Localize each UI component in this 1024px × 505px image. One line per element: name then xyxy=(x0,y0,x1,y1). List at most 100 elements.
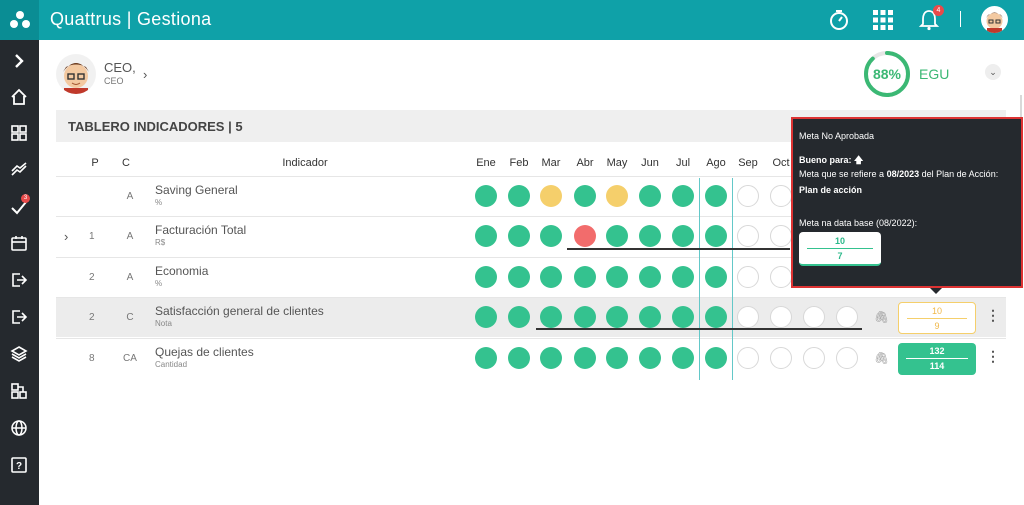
user-avatar[interactable] xyxy=(981,6,1008,33)
month-status-dot[interactable] xyxy=(475,185,497,207)
month-status-dot[interactable] xyxy=(672,266,694,288)
notifications-bell-icon[interactable]: 4 xyxy=(916,5,944,33)
home-icon[interactable] xyxy=(8,86,30,108)
month-status-dot[interactable] xyxy=(770,266,792,288)
month-status-dot[interactable] xyxy=(770,185,792,207)
indicator-name[interactable]: Facturación Total xyxy=(155,223,246,237)
month-status-dot[interactable] xyxy=(606,347,628,369)
month-status-dot[interactable] xyxy=(540,347,562,369)
month-status-dot[interactable] xyxy=(639,266,661,288)
dashboard-icon[interactable] xyxy=(8,122,30,144)
goal-box[interactable]: 10 9 xyxy=(898,302,976,334)
month-status-dot[interactable] xyxy=(705,225,727,247)
row-menu-kebab-icon[interactable]: ⋮ xyxy=(986,307,1000,324)
expand-sidebar-icon[interactable] xyxy=(8,50,30,72)
month-status-dot[interactable] xyxy=(540,185,562,207)
indicator-name[interactable]: Satisfacción general de clientes xyxy=(155,304,324,318)
month-status-dot[interactable] xyxy=(574,185,596,207)
month-status-dot[interactable] xyxy=(705,306,727,328)
month-status-dot[interactable] xyxy=(475,347,497,369)
month-status-dot[interactable] xyxy=(672,306,694,328)
goal-box[interactable]: 132 114 xyxy=(898,343,976,375)
import-icon[interactable] xyxy=(8,269,30,291)
month-status-dot[interactable] xyxy=(508,347,530,369)
month-status-dot[interactable] xyxy=(574,266,596,288)
month-status-dot[interactable] xyxy=(737,306,759,328)
col-header-month: Sep xyxy=(738,157,758,169)
month-status-dot[interactable] xyxy=(770,347,792,369)
month-status-dot[interactable] xyxy=(508,306,530,328)
month-status-dot[interactable] xyxy=(606,266,628,288)
month-status-dot[interactable] xyxy=(672,347,694,369)
month-status-dot[interactable] xyxy=(705,347,727,369)
month-status-dot[interactable] xyxy=(574,306,596,328)
help-icon[interactable]: ? xyxy=(8,454,30,476)
month-status-dot[interactable] xyxy=(540,225,562,247)
app-logo[interactable] xyxy=(0,0,39,40)
month-status-dot[interactable] xyxy=(606,306,628,328)
month-status-dot[interactable] xyxy=(836,306,858,328)
month-status-dot[interactable] xyxy=(639,225,661,247)
month-status-dot[interactable] xyxy=(508,225,530,247)
month-status-dot[interactable] xyxy=(508,266,530,288)
indicator-name[interactable]: Quejas de clientes xyxy=(155,345,254,359)
indicator-name[interactable]: Saving General xyxy=(155,183,238,197)
egu-toggle-chevron-icon[interactable]: ⌄ xyxy=(985,64,1001,80)
export-icon[interactable] xyxy=(8,306,30,328)
month-status-dot[interactable] xyxy=(836,347,858,369)
organization-icon[interactable] xyxy=(8,380,30,402)
month-status-dot[interactable] xyxy=(574,347,596,369)
month-status-dot[interactable] xyxy=(639,306,661,328)
month-status-dot[interactable] xyxy=(737,185,759,207)
attachment-clip-icon[interactable]: 🖇 xyxy=(874,351,889,365)
tooltip-base-label: Meta na data base (08/2022): xyxy=(799,218,918,228)
month-status-dot[interactable] xyxy=(606,225,628,247)
month-status-dot[interactable] xyxy=(737,347,759,369)
month-status-dot[interactable] xyxy=(574,225,596,247)
tooltip-base-goal-2: 7 xyxy=(837,251,843,261)
goal-target: 132 xyxy=(929,346,945,356)
sidebar: 3 ? xyxy=(0,40,39,505)
apps-grid-icon[interactable] xyxy=(870,7,896,33)
month-status-dot[interactable] xyxy=(639,185,661,207)
expand-row-chevron-icon[interactable]: › xyxy=(64,229,68,244)
row-menu-kebab-icon[interactable]: ⋮ xyxy=(986,348,1000,365)
month-status-dot[interactable] xyxy=(540,306,562,328)
col-header-indicator: Indicador xyxy=(282,157,328,169)
calendar-icon[interactable] xyxy=(8,232,30,254)
month-status-dot[interactable] xyxy=(737,266,759,288)
indicator-row[interactable]: 8 CA Quejas de clientes Cantidad 🖇 132 114 ⋮ xyxy=(56,338,1006,378)
indicators-trend-icon[interactable] xyxy=(8,159,30,181)
profile-chevron-icon[interactable]: › xyxy=(143,67,147,82)
action-plan-underline xyxy=(567,248,790,250)
month-status-dot[interactable] xyxy=(803,347,825,369)
month-status-dot[interactable] xyxy=(705,185,727,207)
month-status-dot[interactable] xyxy=(770,306,792,328)
month-status-dot[interactable] xyxy=(475,306,497,328)
timer-icon[interactable] xyxy=(826,7,852,33)
month-status-dot[interactable] xyxy=(803,306,825,328)
month-status-dot[interactable] xyxy=(475,225,497,247)
month-status-dot[interactable] xyxy=(540,266,562,288)
indicator-unit: Nota xyxy=(155,319,172,328)
month-status-dot[interactable] xyxy=(672,185,694,207)
col-header-month: Mar xyxy=(541,157,561,169)
month-status-dot[interactable] xyxy=(770,225,792,247)
month-status-dot[interactable] xyxy=(737,225,759,247)
indicator-unit: % xyxy=(155,198,163,207)
layers-icon[interactable] xyxy=(8,343,30,365)
profile-avatar[interactable] xyxy=(56,54,96,94)
row-class: A xyxy=(126,272,134,283)
indicator-name[interactable]: Economia xyxy=(155,264,208,278)
month-status-dot[interactable] xyxy=(672,225,694,247)
tooltip-base-goal-box: 10 7 xyxy=(799,232,881,266)
indicator-row[interactable]: 2 C Satisfacción general de clientes Nota 🖇 1… xyxy=(56,297,1006,337)
globe-icon[interactable] xyxy=(8,417,30,439)
month-status-dot[interactable] xyxy=(639,347,661,369)
tasks-check-icon[interactable]: 3 xyxy=(8,194,30,218)
month-status-dot[interactable] xyxy=(475,266,497,288)
month-status-dot[interactable] xyxy=(606,185,628,207)
month-status-dot[interactable] xyxy=(508,185,530,207)
attachment-clip-icon[interactable]: 🖇 xyxy=(874,310,889,324)
month-status-dot[interactable] xyxy=(705,266,727,288)
